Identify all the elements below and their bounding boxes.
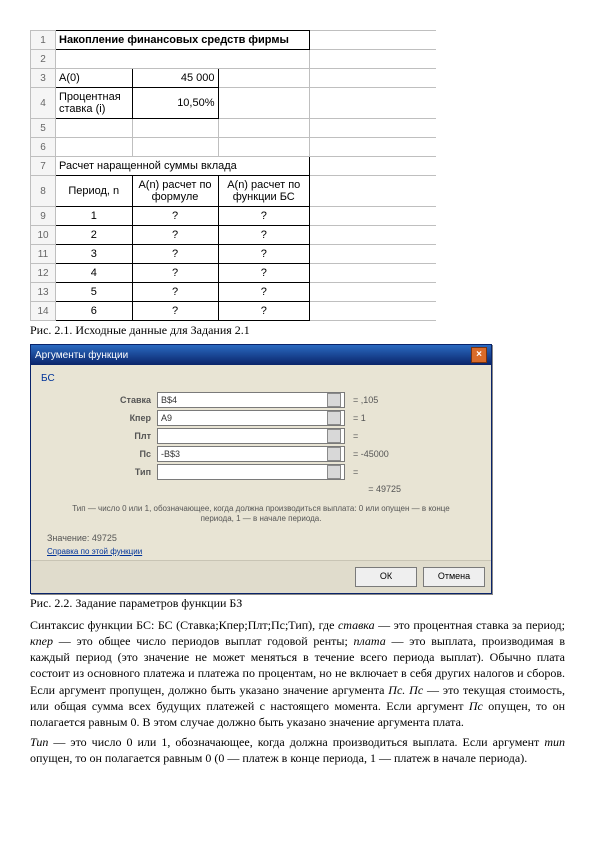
range-picker-icon[interactable] <box>327 447 341 461</box>
row-number: 14 <box>31 302 56 321</box>
arg-input[interactable] <box>157 428 345 444</box>
arg-label: Тип <box>41 467 157 477</box>
arg-result: = <box>353 431 358 441</box>
cell-period: 3 <box>56 245 133 264</box>
arg-input[interactable]: -B$3 <box>157 446 345 462</box>
cell-period: 1 <box>56 207 133 226</box>
cell-formula: ? <box>132 207 218 226</box>
cell-formula: ? <box>132 283 218 302</box>
arg-row: Тип = <box>41 464 481 480</box>
row-number: 11 <box>31 245 56 264</box>
arg-label: Ставка <box>41 395 157 405</box>
arg-row: СтавкаB$4 = ,105 <box>41 392 481 408</box>
dialog-result-eq: = 49725 <box>41 484 481 494</box>
body-paragraph-1: Синтаксис функции БС: БС (Ставка;Кпер;Пл… <box>30 617 565 730</box>
cell-formula: ? <box>132 264 218 283</box>
cell-bs: ? <box>218 264 310 283</box>
cell-formula: ? <box>132 226 218 245</box>
dialog-title: Аргументы функции <box>35 350 128 361</box>
row-number: 1 <box>31 31 56 50</box>
range-picker-icon[interactable] <box>327 393 341 407</box>
range-picker-icon[interactable] <box>327 429 341 443</box>
help-link[interactable]: Справка по этой функции <box>41 543 481 556</box>
hdr-bs: A(n) расчет по функции БС <box>218 176 310 207</box>
figure-caption-1: Рис. 2.1. Исходные данные для Задания 2.… <box>30 323 565 338</box>
arg-label: Кпер <box>41 413 157 423</box>
arg-row: КперA9 = 1 <box>41 410 481 426</box>
dialog-titlebar: Аргументы функции × <box>31 345 491 365</box>
cell-period: 5 <box>56 283 133 302</box>
hdr-period: Период, n <box>56 176 133 207</box>
function-name: БС <box>41 373 55 384</box>
cell-bs: ? <box>218 226 310 245</box>
spreadsheet: 1 Накопление финансовых средств фирмы 2 … <box>30 30 436 321</box>
arg-input[interactable]: A9 <box>157 410 345 426</box>
hdr-formula: A(n) расчет по формуле <box>132 176 218 207</box>
rate-value: 10,50% <box>132 88 218 119</box>
sheet-title: Накопление финансовых средств фирмы <box>56 31 310 50</box>
arg-result: = -45000 <box>353 449 389 459</box>
arg-result: = ,105 <box>353 395 378 405</box>
row-number: 12 <box>31 264 56 283</box>
cell-period: 6 <box>56 302 133 321</box>
ok-button[interactable]: ОК <box>355 567 417 587</box>
cell-formula: ? <box>132 302 218 321</box>
cancel-button[interactable]: Отмена <box>423 567 485 587</box>
row-number: 13 <box>31 283 56 302</box>
cell-bs: ? <box>218 245 310 264</box>
cell-bs: ? <box>218 207 310 226</box>
cell-bs: ? <box>218 283 310 302</box>
arg-result: = 1 <box>353 413 366 423</box>
row-number: 9 <box>31 207 56 226</box>
cell-period: 4 <box>56 264 133 283</box>
calc-title: Расчет наращенной суммы вклада <box>56 157 310 176</box>
function-args-dialog: Аргументы функции × БС СтавкаB$4 = ,105 Кп… <box>30 344 492 594</box>
arg-result: = <box>353 467 358 477</box>
dialog-result-line: Значение: 49725 <box>41 531 481 543</box>
a0-value: 45 000 <box>132 69 218 88</box>
arg-row: Пс-B$3 = -45000 <box>41 446 481 462</box>
a0-label: A(0) <box>56 69 133 88</box>
body-paragraph-2: Тип — это число 0 или 1, обозначающее, к… <box>30 734 565 766</box>
rate-label: Процентная ставка (i) <box>56 88 133 119</box>
cell-period: 2 <box>56 226 133 245</box>
arg-row: Плт = <box>41 428 481 444</box>
cell-bs: ? <box>218 302 310 321</box>
close-icon[interactable]: × <box>471 347 487 363</box>
range-picker-icon[interactable] <box>327 411 341 425</box>
dialog-tip: Тип — число 0 или 1, обозначающее, когда… <box>71 504 451 525</box>
arg-label: Плт <box>41 431 157 441</box>
arg-label: Пс <box>41 449 157 459</box>
cell-formula: ? <box>132 245 218 264</box>
figure-caption-2: Рис. 2.2. Задание параметров функции БЗ <box>30 596 565 611</box>
arg-input[interactable] <box>157 464 345 480</box>
row-number: 10 <box>31 226 56 245</box>
arg-input[interactable]: B$4 <box>157 392 345 408</box>
range-picker-icon[interactable] <box>327 465 341 479</box>
